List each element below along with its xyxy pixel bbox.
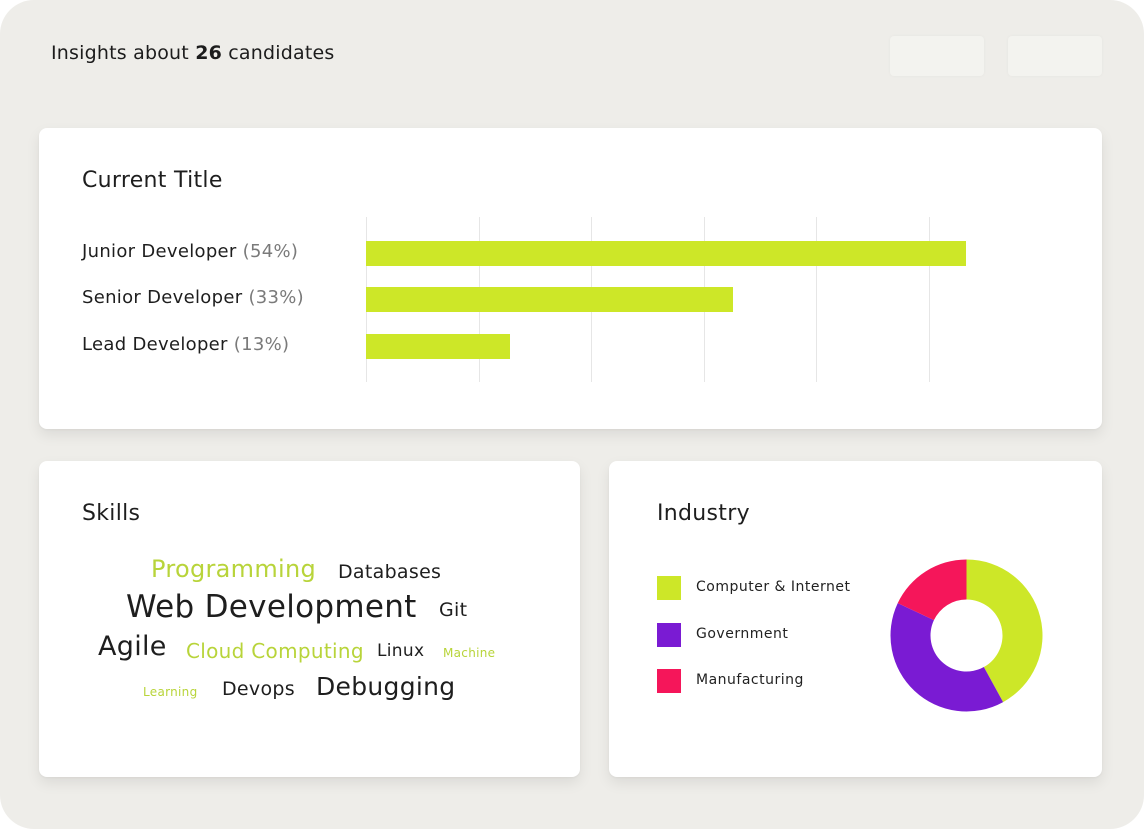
skill-word: Linux xyxy=(377,641,425,661)
skill-word: Git xyxy=(439,599,468,621)
legend-label: Manufacturing xyxy=(696,672,804,688)
legend-swatch xyxy=(657,623,681,647)
skill-word: Web Development xyxy=(126,589,417,625)
skills-heading: Skills xyxy=(82,501,141,526)
bar-label-text: Lead Developer xyxy=(82,334,228,355)
legend-swatch xyxy=(657,576,681,600)
candidate-count: 26 xyxy=(195,42,223,64)
skill-word: Cloud Computing xyxy=(186,639,364,663)
bar-lead-developer[interactable] xyxy=(366,334,511,359)
placeholder-button-1[interactable] xyxy=(890,36,984,76)
skill-word: Programming xyxy=(151,555,317,583)
skills-card: Skills Programming Databases Web Develop… xyxy=(39,461,580,777)
current-title-card: Current Title Junior Developer (54%) Sen… xyxy=(39,128,1102,429)
skill-word: Agile xyxy=(98,631,167,662)
industry-card: Industry Computer & Internet Government … xyxy=(609,461,1102,777)
bar-label-text: Senior Developer xyxy=(82,287,243,308)
legend-swatch xyxy=(657,669,681,693)
bar-label-pct: (33%) xyxy=(248,287,305,308)
skill-word: Learning xyxy=(143,685,198,699)
bar-label: Senior Developer (33%) xyxy=(82,287,304,308)
bar-label-text: Junior Developer xyxy=(82,241,237,262)
skill-word: Databases xyxy=(338,561,442,583)
placeholder-button-2[interactable] xyxy=(1008,36,1102,76)
current-title-heading: Current Title xyxy=(82,168,223,193)
skill-word: Devops xyxy=(222,678,295,700)
skill-word: Debugging xyxy=(316,672,456,701)
industry-heading: Industry xyxy=(657,501,750,526)
insights-prefix: Insights about xyxy=(51,42,196,64)
bar-label: Junior Developer (54%) xyxy=(82,241,298,262)
bar-junior-developer[interactable] xyxy=(366,241,966,266)
insights-panel: Insights about 26 candidates Current Tit… xyxy=(0,0,1144,829)
skill-word: Machine xyxy=(443,646,496,660)
industry-donut-chart xyxy=(890,559,1043,712)
legend-label: Government xyxy=(696,626,789,642)
bar-label-pct: (54%) xyxy=(242,241,299,262)
legend-label: Computer & Internet xyxy=(696,579,851,595)
donut-slice-government[interactable] xyxy=(890,603,1004,712)
insights-suffix: candidates xyxy=(222,42,335,64)
bar-label-pct: (13%) xyxy=(233,334,290,355)
insights-heading: Insights about 26 candidates xyxy=(51,42,334,64)
bar-label: Lead Developer (13%) xyxy=(82,334,289,355)
bar-senior-developer[interactable] xyxy=(366,287,733,312)
